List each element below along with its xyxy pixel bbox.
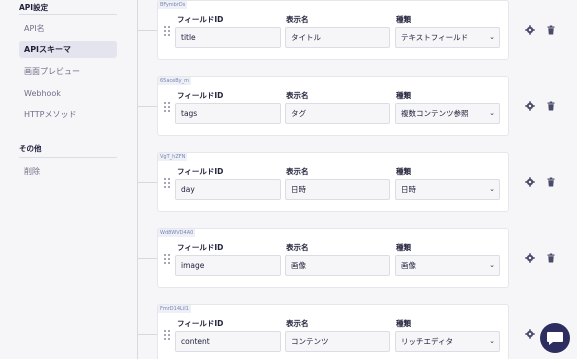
field-card: VgT_hZFN フィールドID 表示名 種類 day 日時 日時 ⌄	[157, 152, 509, 212]
other-heading: その他	[19, 144, 42, 153]
field-type-value: リッチエディタ	[401, 337, 453, 346]
drag-handle-icon[interactable]	[164, 26, 170, 36]
drag-handle-icon[interactable]	[164, 330, 170, 340]
connector-branch	[137, 258, 157, 259]
field-id-label: フィールドID	[177, 243, 224, 252]
field-internal-id: 65aceBy_m	[158, 77, 192, 85]
gear-icon[interactable]	[525, 101, 535, 111]
field-type-select[interactable]: テキストフィールド ⌄	[395, 27, 500, 48]
display-name-input[interactable]: タイトル	[285, 27, 390, 48]
sidebar-item-delete[interactable]: 削除	[19, 163, 117, 180]
field-type-select[interactable]: 複数コンテンツ参照 ⌄	[395, 103, 500, 124]
type-label: 種類	[396, 243, 411, 252]
chevron-down-icon: ⌄	[489, 337, 495, 345]
gear-icon[interactable]	[525, 177, 535, 187]
schema-connector-line	[137, 0, 138, 359]
chat-button[interactable]	[540, 323, 570, 353]
display-name-input[interactable]: 日時	[285, 179, 390, 200]
display-name-label: 表示名	[286, 91, 309, 100]
field-type-select[interactable]: 日時 ⌄	[395, 179, 500, 200]
field-id-input[interactable]: day	[175, 179, 281, 200]
sidebar-item-webhook[interactable]: Webhook	[19, 85, 117, 102]
field-card: 65aceBy_m フィールドID 表示名 種類 tags タグ 複数コンテンツ…	[157, 76, 509, 136]
sidebar-item-api-schema[interactable]: APIスキーマ	[19, 41, 117, 58]
connector-branch	[137, 334, 157, 335]
connector-branch	[137, 106, 157, 107]
field-internal-id: BFymbrDs	[158, 1, 188, 9]
field-id-input[interactable]: image	[175, 255, 281, 276]
field-id-label: フィールドID	[177, 91, 224, 100]
field-type-value: 複数コンテンツ参照	[401, 109, 469, 118]
drag-handle-icon[interactable]	[164, 178, 170, 188]
field-internal-id: FmrD14LiI1	[158, 305, 191, 313]
type-label: 種類	[396, 319, 411, 328]
display-name-input[interactable]: 画像	[285, 255, 390, 276]
chevron-down-icon: ⌄	[489, 109, 495, 117]
gear-icon[interactable]	[525, 25, 535, 35]
connector-branch	[137, 182, 157, 183]
field-card: FmrD14LiI1 フィールドID 表示名 種類 content コンテンツ …	[157, 304, 509, 359]
trash-icon[interactable]	[546, 101, 556, 111]
connector-branch	[137, 30, 157, 31]
display-name-label: 表示名	[286, 167, 309, 176]
chevron-down-icon: ⌄	[489, 185, 495, 193]
sidebar-item-http-method[interactable]: HTTPメソッド	[19, 106, 117, 123]
field-type-select[interactable]: リッチエディタ ⌄	[395, 331, 500, 352]
field-id-input[interactable]: content	[175, 331, 281, 352]
chevron-down-icon: ⌄	[489, 33, 495, 41]
trash-icon[interactable]	[546, 25, 556, 35]
gear-icon[interactable]	[525, 253, 535, 263]
sidebar-item-api-name[interactable]: API名	[19, 20, 117, 37]
drag-handle-icon[interactable]	[164, 254, 170, 264]
section-divider	[19, 14, 117, 15]
display-name-label: 表示名	[286, 319, 309, 328]
drag-handle-icon[interactable]	[164, 102, 170, 112]
type-label: 種類	[396, 167, 411, 176]
chat-icon	[547, 332, 563, 345]
trash-icon[interactable]	[546, 177, 556, 187]
field-id-input[interactable]: title	[175, 27, 281, 48]
type-label: 種類	[396, 91, 411, 100]
type-label: 種類	[396, 15, 411, 24]
field-id-label: フィールドID	[177, 15, 224, 24]
section-divider	[19, 157, 117, 158]
field-type-value: 画像	[401, 261, 416, 270]
field-id-label: フィールドID	[177, 319, 224, 328]
field-type-select[interactable]: 画像 ⌄	[395, 255, 500, 276]
display-name-label: 表示名	[286, 15, 309, 24]
trash-icon[interactable]	[546, 253, 556, 263]
sidebar-item-screen-preview[interactable]: 画面プレビュー	[19, 63, 117, 80]
field-card: Wd8WVD4A0 フィールドID 表示名 種類 image 画像 画像 ⌄	[157, 228, 509, 288]
display-name-input[interactable]: コンテンツ	[285, 331, 390, 352]
gear-icon[interactable]	[525, 329, 535, 339]
sidebar: API設定 API名 APIスキーマ 画面プレビュー Webhook HTTPメ…	[0, 0, 125, 359]
field-type-value: 日時	[401, 185, 416, 194]
chevron-down-icon: ⌄	[489, 261, 495, 269]
field-internal-id: Wd8WVD4A0	[158, 229, 196, 237]
api-settings-heading: API設定	[19, 3, 49, 12]
display-name-label: 表示名	[286, 243, 309, 252]
field-type-value: テキストフィールド	[401, 33, 469, 42]
field-id-input[interactable]: tags	[175, 103, 281, 124]
display-name-input[interactable]: タグ	[285, 103, 390, 124]
field-card: BFymbrDs フィールドID 表示名 種類 title タイトル テキストフ…	[157, 0, 509, 60]
field-internal-id: VgT_hZFN	[158, 153, 188, 161]
field-id-label: フィールドID	[177, 167, 224, 176]
